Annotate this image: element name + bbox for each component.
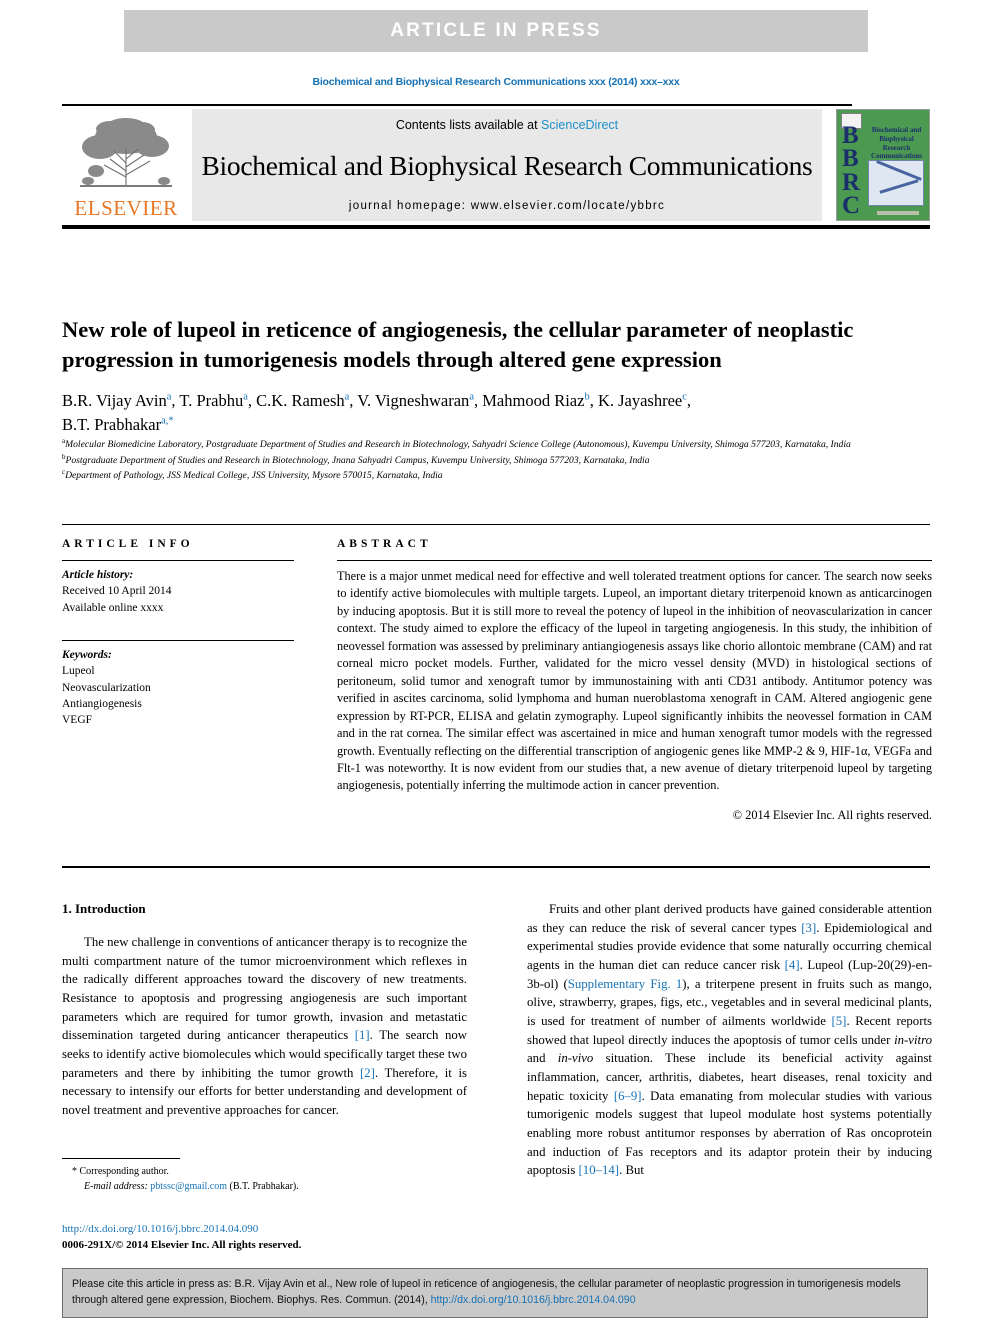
masthead-bottom-rule: [62, 225, 930, 229]
author-name: B.R. Vijay Avin: [62, 391, 167, 410]
introduction-section-title: 1. Introduction: [62, 901, 146, 916]
keyword-item: Lupeol: [62, 665, 95, 678]
author-name: Mahmood Riaz: [482, 391, 585, 410]
keywords-top-rule: [62, 639, 294, 641]
email-label: E-mail address:: [84, 1181, 148, 1192]
corresponding-author-footnote: * Corresponding author. E-mail address: …: [62, 1158, 467, 1194]
corresponding-author-mark: *: [72, 1166, 77, 1177]
article-history-available-online: Available online xxxx: [62, 601, 164, 614]
citation-ref[interactable]: [6–9]: [614, 1089, 642, 1103]
affiliation-text: Molecular Biomedicine Laboratory, Postgr…: [65, 439, 851, 451]
affiliation-item: cDepartment of Pathology, JSS Medical Co…: [62, 468, 932, 483]
cover-artwork-icon: [868, 160, 924, 206]
running-head: Biochemical and Biophysical Research Com…: [312, 76, 680, 88]
corresponding-author-line: * Corresponding author.: [62, 1164, 467, 1179]
elsevier-logo: ELSEVIER: [62, 109, 190, 221]
info-section-top-rule: [62, 524, 930, 525]
article-info-heading-rule: [62, 560, 294, 561]
keywords-block: Keywords: Lupeol Neovascularization Anti…: [62, 639, 294, 729]
journal-homepage-line[interactable]: journal homepage: www.elsevier.com/locat…: [349, 200, 665, 212]
cover-bbrc-letters: BBRC: [842, 122, 861, 219]
citation-ref[interactable]: [3]: [801, 921, 816, 935]
article-history-received: Received 10 April 2014: [62, 585, 172, 598]
contents-lists-prefix: Contents lists available at: [395, 118, 542, 132]
cover-journal-title: Biochemical and Biophysical Research Com…: [871, 126, 922, 161]
article-in-press-banner: ARTICLE IN PRESS: [124, 10, 868, 52]
footer-issn-line: 0006-291X/© 2014 Elsevier Inc. All right…: [62, 1238, 302, 1251]
author-affiliation-mark: a: [243, 391, 248, 403]
abstract-copyright: © 2014 Elsevier Inc. All rights reserved…: [732, 807, 932, 822]
info-section-bottom-rule: [62, 866, 930, 868]
emphasis-text: in-vivo: [557, 1051, 594, 1066]
emphasis-text: in-vitro: [894, 1032, 932, 1047]
keyword-item: Antiangiogenesis: [62, 697, 142, 710]
article-info-heading: ARTICLE INFO: [62, 538, 194, 550]
introduction-left-column: 1. Introduction The new challenge in con…: [62, 900, 467, 1120]
author-affiliation-mark: a: [166, 391, 172, 403]
introduction-right-column: Fruits and other plant derived products …: [527, 900, 932, 1180]
author-list: B.R. Vijay Avina, T. Prabhua, C.K. Rames…: [62, 391, 692, 434]
email-owner: (B.T. Prabhakar).: [229, 1181, 299, 1192]
introduction-paragraph-left: The new challenge in conventions of anti…: [62, 933, 467, 1120]
article-history-block: Article history: Received 10 April 2014 …: [62, 567, 294, 616]
introduction-paragraph-right: Fruits and other plant derived products …: [527, 900, 932, 1180]
abstract-text: There is a major unmet medical need for …: [337, 569, 932, 793]
abstract-column: ABSTRACT There is a major unmet medical …: [337, 538, 932, 823]
journal-name: Biochemical and Biophysical Research Com…: [201, 149, 813, 181]
citation-ref[interactable]: [2]: [360, 1066, 375, 1080]
author-affiliation-mark: a,*: [161, 415, 174, 427]
footer-doi-link[interactable]: http://dx.doi.org/10.1016/j.bbrc.2014.04…: [62, 1222, 482, 1238]
author-name: C.K. Ramesh: [256, 391, 345, 410]
affiliation-item: aMolecular Biomedicine Laboratory, Postg…: [62, 437, 932, 452]
author-affiliation-mark: a: [469, 391, 474, 403]
citation-ref[interactable]: [4]: [785, 958, 800, 972]
elsevier-wordmark: ELSEVIER: [74, 196, 178, 220]
author-name: T. Prabhu: [179, 391, 244, 410]
cite-this-article-box: Please cite this article in press as: B.…: [62, 1268, 928, 1318]
abstract-heading: ABSTRACT: [337, 538, 432, 550]
contents-lists-line: Contents lists available at ScienceDirec…: [396, 118, 618, 132]
footer-doi-block: http://dx.doi.org/10.1016/j.bbrc.2014.04…: [62, 1222, 482, 1254]
journal-masthead: ELSEVIER Contents lists available at Sci…: [62, 104, 930, 229]
author-affiliation-mark: b: [584, 391, 590, 403]
abstract-heading-rule: [337, 560, 932, 561]
keyword-item: Neovascularization: [62, 681, 151, 694]
affiliation-text: Department of Pathology, JSS Medical Col…: [65, 470, 443, 482]
article-title: New role of lupeol in reticence of angio…: [62, 317, 854, 372]
author-name: V. Vigneshwaran: [357, 391, 470, 410]
citation-ref[interactable]: [5]: [832, 1014, 847, 1028]
article-history-label: Article history:: [62, 569, 134, 581]
masthead-top-rule: [62, 104, 852, 106]
intro-left-text: The new challenge in conventions of anti…: [62, 934, 467, 1118]
author-name: K. Jayashree: [597, 391, 683, 410]
journal-title-block: Contents lists available at ScienceDirec…: [192, 109, 822, 221]
author-name: B.T. Prabhakar: [62, 414, 162, 434]
citation-ref[interactable]: [10–14]: [579, 1163, 620, 1177]
cover-footer-strip: [877, 211, 919, 215]
email-link[interactable]: pbtssc@gmail.com: [150, 1181, 227, 1192]
keyword-item: VEGF: [62, 714, 93, 727]
journal-cover-thumbnail: BBRC Biochemical and Biophysical Researc…: [836, 109, 930, 221]
affiliation-item: bPostgraduate Department of Studies and …: [62, 453, 932, 468]
author-affiliation-mark: a: [344, 391, 350, 403]
sciencedirect-link[interactable]: ScienceDirect: [541, 118, 618, 132]
author-affiliation-mark: c: [682, 391, 687, 403]
elsevier-tree-icon: [80, 118, 172, 187]
supplementary-figure-link[interactable]: Supplementary Fig. 1: [568, 977, 683, 991]
article-info-column: ARTICLE INFO Article history: Received 1…: [62, 538, 294, 729]
cite-box-doi-link[interactable]: http://dx.doi.org/10.1016/j.bbrc.2014.04…: [431, 1294, 636, 1306]
affiliation-list: aMolecular Biomedicine Laboratory, Postg…: [62, 437, 932, 484]
intro-right-text: Fruits and other plant derived products …: [527, 902, 933, 1178]
citation-ref[interactable]: [1]: [355, 1028, 370, 1042]
affiliation-text: Postgraduate Department of Studies and R…: [65, 454, 650, 466]
footnote-rule: [62, 1158, 180, 1159]
email-line: E-mail address: pbtssc@gmail.com (B.T. P…: [62, 1179, 467, 1194]
keywords-label: Keywords:: [62, 648, 112, 661]
article-in-press-label: ARTICLE IN PRESS: [390, 20, 602, 41]
corresponding-author-label: Corresponding author.: [79, 1166, 169, 1177]
